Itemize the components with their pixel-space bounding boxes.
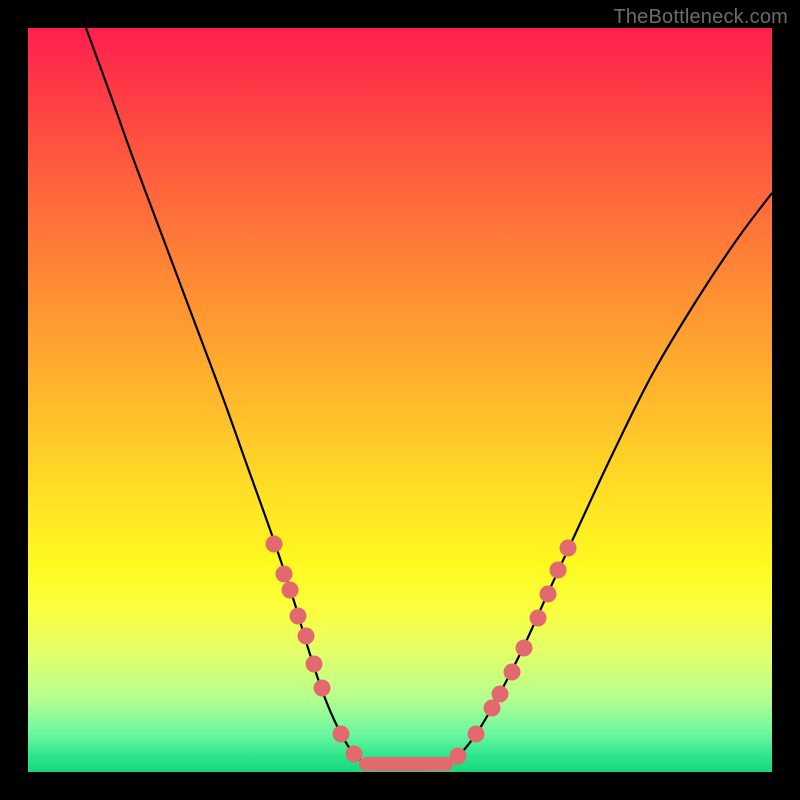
marker-dot [333, 726, 350, 743]
marker-dot [450, 748, 467, 765]
marker-dot [290, 608, 307, 625]
marker-dot [504, 664, 521, 681]
marker-dot [306, 656, 323, 673]
marker-dot [468, 726, 485, 743]
watermark-text: TheBottleneck.com [613, 6, 788, 29]
marker-dot [530, 610, 547, 627]
marker-dot [298, 628, 315, 645]
left-markers [266, 536, 363, 763]
right-branch-curve [445, 193, 772, 765]
marker-dot [282, 582, 299, 599]
right-markers [450, 540, 577, 765]
marker-dot [540, 586, 557, 603]
marker-dot [516, 640, 533, 657]
marker-dot [276, 566, 293, 583]
left-branch-curve [86, 28, 367, 765]
marker-dot [560, 540, 577, 557]
marker-dot [314, 680, 331, 697]
chart-area [28, 28, 772, 772]
marker-dot [550, 562, 567, 579]
plot-svg [28, 28, 772, 772]
marker-dot [346, 746, 363, 763]
marker-dot [492, 686, 509, 703]
marker-dot [266, 536, 283, 553]
